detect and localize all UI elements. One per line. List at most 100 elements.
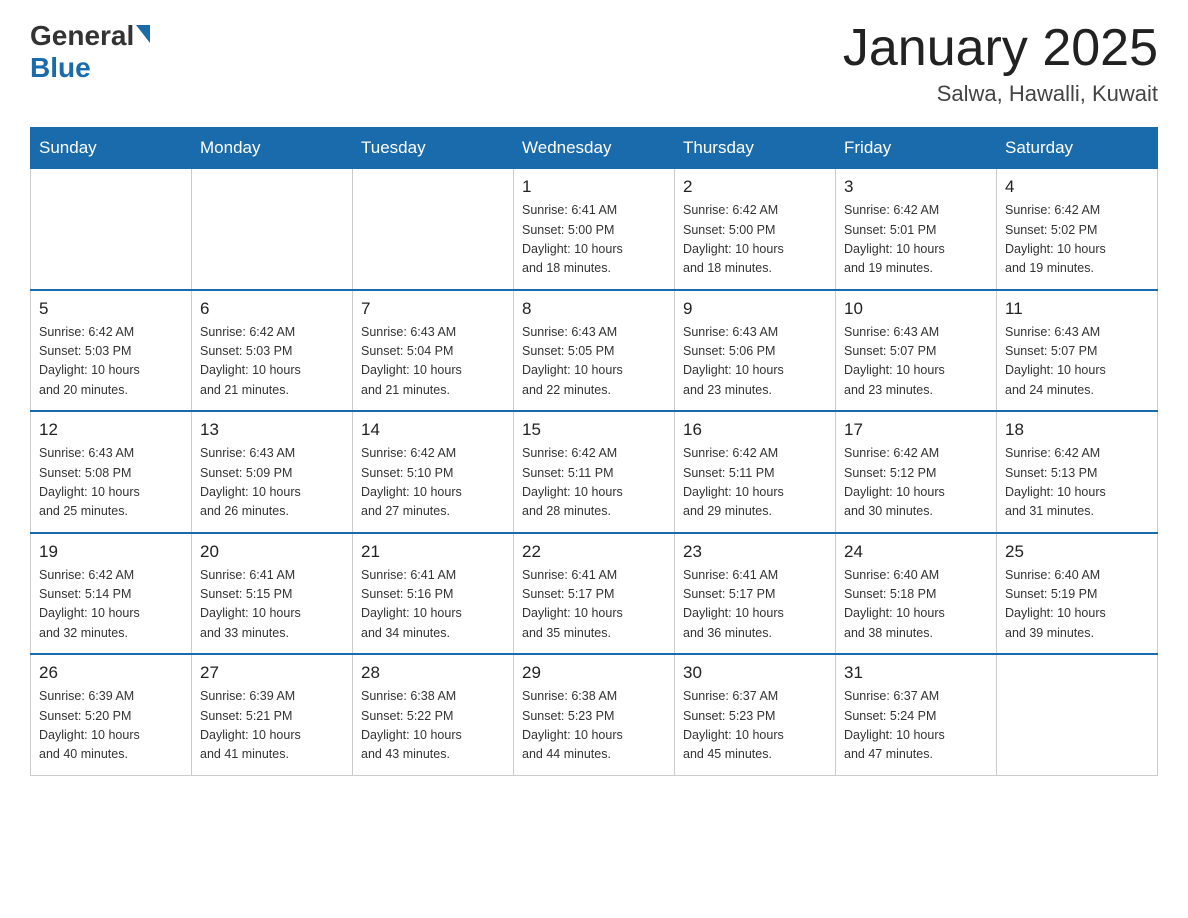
calendar-day-cell: 8 Sunrise: 6:43 AMSunset: 5:05 PMDaylight… [514,290,675,412]
calendar-day-cell: 2 Sunrise: 6:42 AMSunset: 5:00 PMDaylight… [675,169,836,290]
day-info: Sunrise: 6:42 AMSunset: 5:03 PMDaylight:… [200,323,344,401]
calendar-header-row: SundayMondayTuesdayWednesdayThursdayFrid… [31,128,1158,169]
day-number: 23 [683,542,827,562]
calendar-day-cell: 16 Sunrise: 6:42 AMSunset: 5:11 PMDayligh… [675,411,836,533]
calendar-day-cell: 7 Sunrise: 6:43 AMSunset: 5:04 PMDaylight… [353,290,514,412]
day-info: Sunrise: 6:43 AMSunset: 5:09 PMDaylight:… [200,444,344,522]
calendar-week-row: 5 Sunrise: 6:42 AMSunset: 5:03 PMDaylight… [31,290,1158,412]
calendar-day-cell: 1 Sunrise: 6:41 AMSunset: 5:00 PMDaylight… [514,169,675,290]
day-number: 6 [200,299,344,319]
calendar-header-saturday: Saturday [997,128,1158,169]
title-block: January 2025 Salwa, Hawalli, Kuwait [843,20,1158,107]
day-number: 8 [522,299,666,319]
calendar-week-row: 19 Sunrise: 6:42 AMSunset: 5:14 PMDayligh… [31,533,1158,655]
calendar-day-cell: 20 Sunrise: 6:41 AMSunset: 5:15 PMDayligh… [192,533,353,655]
calendar-day-cell: 28 Sunrise: 6:38 AMSunset: 5:22 PMDayligh… [353,654,514,775]
day-number: 12 [39,420,183,440]
calendar-day-cell: 6 Sunrise: 6:42 AMSunset: 5:03 PMDaylight… [192,290,353,412]
day-info: Sunrise: 6:38 AMSunset: 5:23 PMDaylight:… [522,687,666,765]
calendar-day-cell: 21 Sunrise: 6:41 AMSunset: 5:16 PMDayligh… [353,533,514,655]
day-info: Sunrise: 6:38 AMSunset: 5:22 PMDaylight:… [361,687,505,765]
day-number: 4 [1005,177,1149,197]
day-info: Sunrise: 6:40 AMSunset: 5:18 PMDaylight:… [844,566,988,644]
calendar-table: SundayMondayTuesdayWednesdayThursdayFrid… [30,127,1158,776]
day-info: Sunrise: 6:42 AMSunset: 5:03 PMDaylight:… [39,323,183,401]
calendar-day-cell: 11 Sunrise: 6:43 AMSunset: 5:07 PMDayligh… [997,290,1158,412]
day-info: Sunrise: 6:43 AMSunset: 5:05 PMDaylight:… [522,323,666,401]
day-info: Sunrise: 6:39 AMSunset: 5:20 PMDaylight:… [39,687,183,765]
day-info: Sunrise: 6:41 AMSunset: 5:17 PMDaylight:… [683,566,827,644]
day-info: Sunrise: 6:41 AMSunset: 5:00 PMDaylight:… [522,201,666,279]
day-number: 7 [361,299,505,319]
day-info: Sunrise: 6:42 AMSunset: 5:00 PMDaylight:… [683,201,827,279]
day-number: 31 [844,663,988,683]
day-number: 19 [39,542,183,562]
day-number: 10 [844,299,988,319]
calendar-header-wednesday: Wednesday [514,128,675,169]
day-info: Sunrise: 6:37 AMSunset: 5:23 PMDaylight:… [683,687,827,765]
calendar-day-cell: 10 Sunrise: 6:43 AMSunset: 5:07 PMDayligh… [836,290,997,412]
calendar-header-friday: Friday [836,128,997,169]
day-number: 5 [39,299,183,319]
day-number: 20 [200,542,344,562]
month-title: January 2025 [843,20,1158,77]
day-number: 24 [844,542,988,562]
day-number: 18 [1005,420,1149,440]
calendar-day-cell: 31Sunrise: 6:37 AMSunset: 5:24 PMDayligh… [836,654,997,775]
day-number: 14 [361,420,505,440]
calendar-day-cell: 27Sunrise: 6:39 AMSunset: 5:21 PMDayligh… [192,654,353,775]
day-info: Sunrise: 6:42 AMSunset: 5:11 PMDaylight:… [683,444,827,522]
day-number: 13 [200,420,344,440]
day-info: Sunrise: 6:41 AMSunset: 5:15 PMDaylight:… [200,566,344,644]
calendar-day-cell: 25Sunrise: 6:40 AMSunset: 5:19 PMDayligh… [997,533,1158,655]
day-info: Sunrise: 6:40 AMSunset: 5:19 PMDaylight:… [1005,566,1149,644]
day-number: 16 [683,420,827,440]
day-info: Sunrise: 6:42 AMSunset: 5:14 PMDaylight:… [39,566,183,644]
day-info: Sunrise: 6:43 AMSunset: 5:07 PMDaylight:… [844,323,988,401]
calendar-header-tuesday: Tuesday [353,128,514,169]
calendar-day-cell: 22Sunrise: 6:41 AMSunset: 5:17 PMDayligh… [514,533,675,655]
day-number: 27 [200,663,344,683]
calendar-week-row: 12 Sunrise: 6:43 AMSunset: 5:08 PMDayligh… [31,411,1158,533]
calendar-day-cell: 18 Sunrise: 6:42 AMSunset: 5:13 PMDayligh… [997,411,1158,533]
day-number: 29 [522,663,666,683]
day-info: Sunrise: 6:42 AMSunset: 5:13 PMDaylight:… [1005,444,1149,522]
calendar-day-cell: 15 Sunrise: 6:42 AMSunset: 5:11 PMDayligh… [514,411,675,533]
day-number: 28 [361,663,505,683]
day-info: Sunrise: 6:42 AMSunset: 5:11 PMDaylight:… [522,444,666,522]
logo-blue-text: Blue [30,52,91,84]
day-info: Sunrise: 6:43 AMSunset: 5:06 PMDaylight:… [683,323,827,401]
page-header: General Blue January 2025 Salwa, Hawalli… [30,20,1158,107]
day-info: Sunrise: 6:43 AMSunset: 5:04 PMDaylight:… [361,323,505,401]
day-info: Sunrise: 6:42 AMSunset: 5:01 PMDaylight:… [844,201,988,279]
calendar-day-cell: 30Sunrise: 6:37 AMSunset: 5:23 PMDayligh… [675,654,836,775]
calendar-header-sunday: Sunday [31,128,192,169]
location-subtitle: Salwa, Hawalli, Kuwait [843,81,1158,107]
day-info: Sunrise: 6:41 AMSunset: 5:16 PMDaylight:… [361,566,505,644]
day-info: Sunrise: 6:43 AMSunset: 5:07 PMDaylight:… [1005,323,1149,401]
day-number: 3 [844,177,988,197]
calendar-day-cell: 23 Sunrise: 6:41 AMSunset: 5:17 PMDayligh… [675,533,836,655]
calendar-day-cell: 29 Sunrise: 6:38 AMSunset: 5:23 PMDayligh… [514,654,675,775]
day-number: 21 [361,542,505,562]
calendar-day-cell: 14 Sunrise: 6:42 AMSunset: 5:10 PMDayligh… [353,411,514,533]
calendar-day-cell: 5 Sunrise: 6:42 AMSunset: 5:03 PMDaylight… [31,290,192,412]
logo-blue-part [134,25,150,47]
day-number: 2 [683,177,827,197]
calendar-day-cell: 3 Sunrise: 6:42 AMSunset: 5:01 PMDaylight… [836,169,997,290]
day-number: 15 [522,420,666,440]
day-number: 26 [39,663,183,683]
calendar-day-cell [192,169,353,290]
day-number: 1 [522,177,666,197]
calendar-day-cell [353,169,514,290]
day-info: Sunrise: 6:42 AMSunset: 5:10 PMDaylight:… [361,444,505,522]
calendar-header-monday: Monday [192,128,353,169]
calendar-week-row: 26 Sunrise: 6:39 AMSunset: 5:20 PMDayligh… [31,654,1158,775]
calendar-header-thursday: Thursday [675,128,836,169]
calendar-day-cell: 17Sunrise: 6:42 AMSunset: 5:12 PMDayligh… [836,411,997,533]
calendar-day-cell: 12 Sunrise: 6:43 AMSunset: 5:08 PMDayligh… [31,411,192,533]
calendar-day-cell: 4Sunrise: 6:42 AMSunset: 5:02 PMDaylight… [997,169,1158,290]
day-number: 17 [844,420,988,440]
day-info: Sunrise: 6:43 AMSunset: 5:08 PMDaylight:… [39,444,183,522]
day-number: 11 [1005,299,1149,319]
